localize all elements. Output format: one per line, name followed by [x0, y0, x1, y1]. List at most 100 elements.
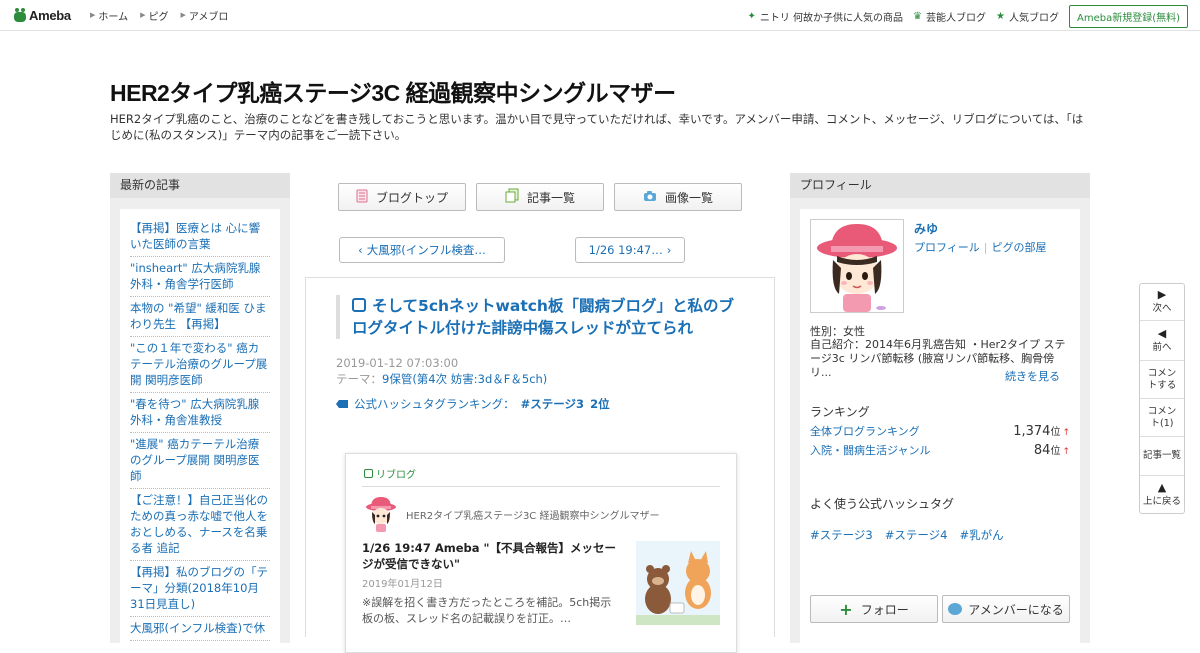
next-entry-link[interactable]: 1/26 19:47… ›	[575, 237, 685, 263]
recent-entry-link[interactable]: 【再掲】医療とは 心に響いた医師の言葉	[130, 217, 270, 257]
profile-box: みゆ プロフィール | ピグの部屋 性別：女性 自己紹介：2014年6月乳癌告知 ・…	[800, 209, 1080, 649]
theme-link[interactable]: 9保管(第4次 妨害:3d＆F＆5ch)	[382, 372, 547, 386]
pigg-room-link[interactable]: ピグの部屋	[992, 241, 1047, 254]
plus-icon: +	[839, 599, 853, 619]
recent-entry-link[interactable]: "進展" 癌カテーテル治療のグループ展開 関明彦医師	[130, 433, 270, 489]
nav-ameblo[interactable]: ▶ アメブロ	[180, 8, 228, 23]
recent-entries-list: 【再掲】医療とは 心に響いた医師の言葉 "insheart" 広大病院乳腺外科・…	[120, 209, 280, 649]
chevron-right-icon: ▶	[140, 11, 146, 19]
global-header: Ameba ▶ ホーム ▶ ピグ ▶ アメブロ ✦ ニトリ 何故か子供に人気の商品 ♛ 芸…	[0, 0, 1200, 31]
back-to-top-button[interactable]: ▲ 上に戻る	[1140, 476, 1184, 513]
entry-list-button[interactable]: 記事一覧	[1140, 437, 1184, 476]
divider	[362, 486, 720, 487]
reblog-label: リブログ	[364, 466, 416, 481]
reblog-thumbnail[interactable]	[636, 541, 720, 625]
floating-side-menu: ▶ 次へ ◀ 前へ コメントする コメント(1) 記事一覧 ▲ 上に戻る	[1139, 283, 1185, 514]
profile-name[interactable]: みゆ	[914, 220, 938, 237]
recent-entry-link[interactable]: 本物の "希望" 緩和医 ひまわり先生 【再掲】	[130, 297, 270, 337]
chevron-left-icon: ‹	[358, 243, 363, 257]
recent-entry-link[interactable]: 【再掲】私のブログの「テーマ」分類(2018年10月31日見直し)	[130, 561, 270, 617]
entry-list-button[interactable]: 記事一覧	[476, 183, 604, 211]
reblog-icon	[352, 298, 366, 312]
next-button[interactable]: ▶ 次へ	[1140, 284, 1184, 321]
crown-icon: ♛	[913, 11, 923, 22]
profile-heading: プロフィール	[790, 173, 1090, 198]
popular-blog-link[interactable]: ★ 人気ブログ	[996, 9, 1059, 24]
ranking-label[interactable]: 全体ブログランキング	[810, 423, 920, 439]
document-icon	[356, 189, 368, 206]
nav-home[interactable]: ▶ ホーム	[90, 8, 128, 23]
recent-entries-panel: 最新の記事 【再掲】医療とは 心に響いた医師の言葉 "insheart" 広大病…	[110, 173, 290, 649]
reblog-date: 2019年01月12日	[362, 579, 443, 590]
hashtag-link[interactable]: #ステージ4	[885, 527, 948, 543]
profile-avatar[interactable]	[810, 219, 904, 313]
profile-gender: 性別：女性	[810, 325, 865, 338]
arrow-left-icon: ◀	[1157, 326, 1167, 340]
recent-entry-link[interactable]: "この１年で変わる" 癌カテーテル治療のグループ展開 関明彦医師	[130, 337, 270, 393]
article-meta: 2019-01-12 07:03:00 テーマ：9保管(第4次 妨害:3d＆F＆…	[336, 355, 547, 387]
ranking-row: 全体ブログランキング 1,374位 ↑	[810, 423, 1070, 439]
camera-icon	[643, 190, 657, 205]
reblog-card[interactable]: リブログ HER2タイプ乳癌ステージ3C 経過観察中シングルマザー 1/26 1…	[345, 453, 737, 653]
star-icon: ★	[996, 11, 1005, 22]
hashtag-link[interactable]: #ステージ3	[810, 527, 873, 543]
chat-bubble-icon	[948, 603, 963, 615]
follow-button[interactable]: + フォロー	[810, 595, 938, 623]
hashtag-link[interactable]: #乳がん	[959, 527, 1003, 543]
profile-links: プロフィール | ピグの部屋	[914, 239, 1047, 255]
profile-panel: プロフィール みゆ プロフィール | ピグの部屋 性別：女性 自己紹介：2014…	[790, 173, 1090, 649]
top-nav: ▶ ホーム ▶ ピグ ▶ アメブロ	[78, 8, 228, 23]
hashtag-heading: よく使う公式ハッシュタグ	[810, 497, 955, 511]
write-comment-button[interactable]: コメントする	[1140, 361, 1184, 399]
logo-text: Ameba	[29, 7, 71, 23]
reblog-excerpt: ※誤解を招く書き方だったところを補記。5ch掲示板の板、スレッド名の記載誤りを訂…	[362, 596, 612, 625]
recent-entry-link[interactable]: 大風邪(インフル検査)で休	[130, 617, 270, 641]
blog-description: HER2タイプ乳癌のこと、治療のことなどを書き残しておこうと思います。温かい目で…	[110, 112, 1084, 142]
article-theme: テーマ：9保管(第4次 妨害:3d＆F＆5ch)	[336, 372, 548, 386]
hashtag-ranking[interactable]: 公式ハッシュタグランキング： #ステージ3 2位	[336, 396, 610, 412]
article: そして5chネットwatch板「闘病ブログ」と私のブログタイトル付けた誹謗中傷ス…	[305, 277, 775, 653]
read-more-link[interactable]: 続きを見る	[1005, 368, 1060, 384]
blog-title[interactable]: HER2タイプ乳癌ステージ3C 経過観察中シングルマザー	[110, 74, 676, 108]
recent-entry-link[interactable]: "insheart" 広大病院乳腺外科・角舎学行医師	[130, 257, 270, 297]
ameba-logo-icon	[14, 8, 26, 22]
chevron-right-icon: ▶	[180, 11, 186, 19]
reblog-entry-title[interactable]: 1/26 19:47 Ameba "【不具合報告】メッセージが受信できない"	[362, 540, 620, 572]
ranking-value: 84	[1033, 443, 1051, 458]
comments-button[interactable]: コメント(1)	[1140, 399, 1184, 437]
nav-pigg[interactable]: ▶ ピグ	[140, 8, 168, 23]
reblog-blog-name[interactable]: HER2タイプ乳癌ステージ3C 経過観察中シングルマザー	[406, 507, 659, 522]
chevron-right-icon: ›	[666, 243, 672, 257]
ranking-row: 入院・闘病生活ジャンル 84位 ↑	[810, 442, 1070, 458]
arrow-up-icon: ↑	[1062, 428, 1070, 438]
amember-button[interactable]: アメンバーになる	[942, 595, 1070, 623]
recent-entries-heading: 最新の記事	[110, 173, 290, 198]
blog-top-button[interactable]: ブログトップ	[338, 183, 466, 211]
chevron-right-icon: ▶	[90, 11, 96, 19]
avatar	[364, 496, 398, 532]
profile-link[interactable]: プロフィール	[914, 241, 980, 254]
ranking-value: 1,374	[1013, 424, 1051, 439]
divider: |	[983, 241, 988, 254]
tag-icon	[336, 400, 348, 408]
trend-link[interactable]: ✦ ニトリ 何故か子供に人気の商品	[747, 9, 903, 24]
article-title[interactable]: そして5chネットwatch板「闘病ブログ」と私のブログタイトル付けた誹謗中傷ス…	[336, 295, 746, 339]
arrow-right-icon: ▶	[1157, 288, 1167, 301]
prev-entry-link[interactable]: ‹ 大風邪(インフル検査…	[339, 237, 505, 263]
hashtag-list: #ステージ3 #ステージ4 #乳がん	[810, 527, 1016, 543]
sparkle-icon: ✦	[747, 11, 756, 22]
signup-button[interactable]: Ameba新規登録(無料)	[1068, 5, 1188, 28]
top-right-links: ✦ ニトリ 何故か子供に人気の商品 ♛ 芸能人ブログ ★ 人気ブログ Ameba新規登…	[747, 5, 1188, 28]
arrow-up-icon: ▲	[1157, 480, 1167, 494]
recent-entry-link[interactable]: "春を待つ" 広大病院乳腺外科・角舎准教授	[130, 393, 270, 433]
ranking-label[interactable]: 入院・闘病生活ジャンル	[810, 442, 930, 458]
celebrity-blog-link[interactable]: ♛ 芸能人ブログ	[913, 9, 986, 24]
arrow-up-icon: ↑	[1062, 447, 1070, 457]
ameba-logo[interactable]: Ameba	[14, 8, 78, 23]
ranking-heading: ランキング	[810, 405, 870, 419]
reblog-icon	[364, 469, 373, 478]
copy-icon	[505, 188, 519, 206]
prev-button[interactable]: ◀ 前へ	[1140, 321, 1184, 361]
recent-entry-link[interactable]: 【ご注意！】自己正当化のための真っ赤な嘘で他人をおとしめる、ナースを名乗る者 追…	[130, 489, 270, 561]
image-list-button[interactable]: 画像一覧	[614, 183, 742, 211]
